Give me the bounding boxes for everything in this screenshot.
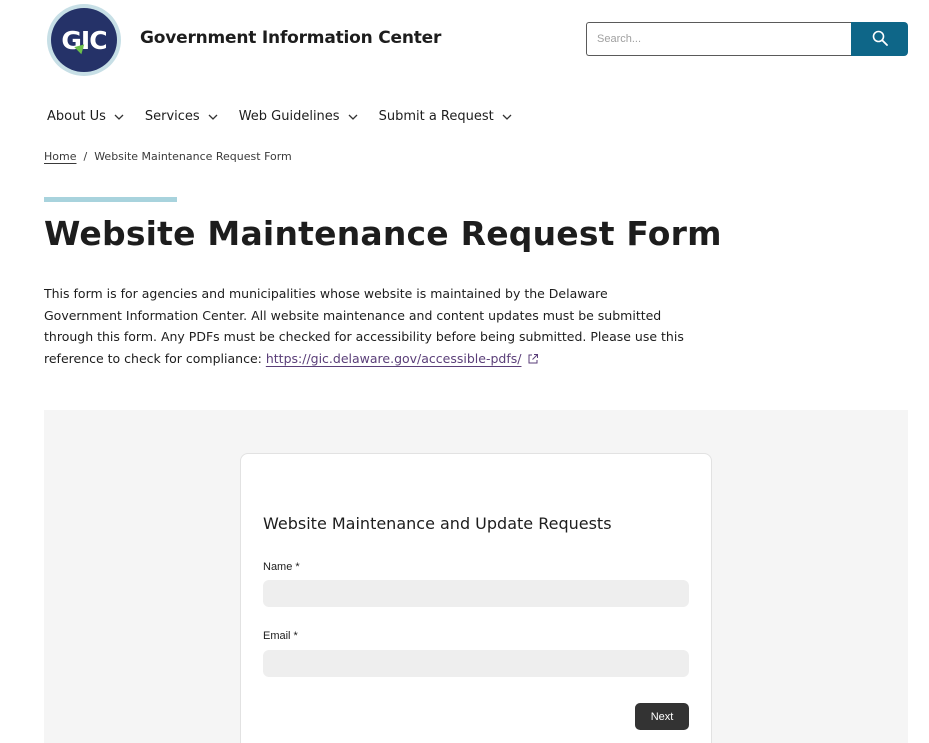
accessible-pdfs-link[interactable]: https://gic.delaware.gov/accessible-pdfs… (266, 351, 522, 366)
form-card: Website Maintenance and Update Requests … (240, 453, 712, 743)
breadcrumb-current: Website Maintenance Request Form (94, 150, 292, 163)
nav-item-label: Web Guidelines (238, 109, 340, 124)
site-title[interactable]: Government Information Center (140, 28, 441, 48)
search-input[interactable] (586, 22, 851, 56)
nav-item-submit-request[interactable]: Submit a Request (379, 109, 512, 124)
nav-item-web-guidelines[interactable]: Web Guidelines (239, 109, 358, 124)
chevron-down-icon (208, 114, 218, 120)
name-field[interactable] (263, 580, 689, 607)
email-label: Email * (263, 630, 298, 642)
logo-badge: GIC (51, 8, 117, 72)
external-link-icon (527, 350, 539, 372)
chevron-down-icon (502, 114, 512, 120)
intro-paragraph: This form is for agencies and municipali… (44, 283, 684, 371)
breadcrumb: Home / Website Maintenance Request Form (44, 150, 292, 163)
title-accent-bar (44, 197, 177, 202)
email-field[interactable] (263, 650, 689, 677)
form-title: Website Maintenance and Update Requests (263, 514, 612, 533)
chevron-down-icon (348, 114, 358, 120)
nav-item-label: Submit a Request (378, 109, 494, 124)
search-icon (872, 30, 888, 49)
nav-item-services[interactable]: Services (145, 109, 218, 124)
chevron-down-icon (114, 114, 124, 120)
main-nav: About Us Services Web Guidelines Submit … (47, 109, 533, 124)
search-button[interactable] (851, 22, 908, 56)
nav-item-about-us[interactable]: About Us (47, 109, 124, 124)
gic-logo[interactable]: GIC (47, 4, 121, 76)
nav-item-label: Services (144, 109, 200, 124)
name-label: Name * (263, 561, 300, 573)
breadcrumb-home-link[interactable]: Home (44, 150, 76, 163)
next-button[interactable]: Next (635, 703, 689, 730)
page-title: Website Maintenance Request Form (44, 214, 722, 253)
search-bar (586, 22, 908, 56)
nav-item-label: About Us (47, 109, 106, 124)
breadcrumb-separator: / (83, 150, 88, 163)
